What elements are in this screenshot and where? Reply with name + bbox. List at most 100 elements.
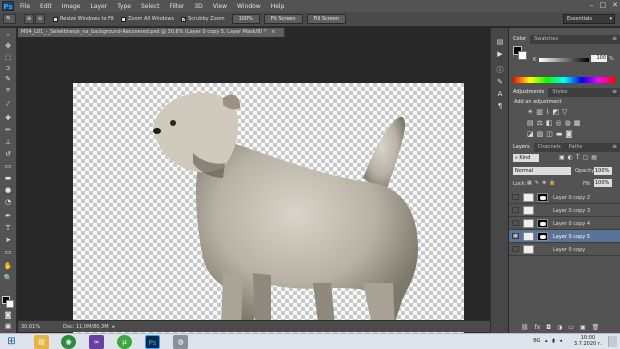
character-panel-icon[interactable]: A — [495, 90, 505, 98]
lock-image-icon[interactable]: ✎ — [535, 180, 539, 186]
visibility-eye-icon[interactable] — [512, 246, 519, 252]
layer-mask-thumbnail[interactable] — [537, 193, 548, 202]
path-selection-tool-icon[interactable]: ➤ — [3, 236, 13, 244]
menu-3d[interactable]: 3D — [194, 3, 202, 10]
k-slider[interactable] — [539, 58, 589, 62]
fill-screen-button[interactable]: Fill Screen — [306, 14, 347, 24]
menu-select[interactable]: Select — [141, 3, 160, 10]
lock-position-icon[interactable]: ✥ — [542, 180, 546, 186]
close-button[interactable]: ✕ — [612, 1, 618, 9]
posterize-icon[interactable]: ▨ — [537, 130, 544, 138]
layer-row[interactable]: Layer 0 copy 2 — [509, 191, 620, 204]
zoom-all-option[interactable]: Zoom All Windows — [121, 16, 174, 22]
volume-icon[interactable]: ◂ — [559, 338, 562, 344]
zoom-out-icon[interactable]: ⊖ — [35, 14, 45, 24]
menu-edit[interactable]: Edit — [40, 3, 52, 10]
quick-mask-icon[interactable]: ◙ — [3, 311, 13, 319]
menu-type[interactable]: Type — [117, 3, 131, 10]
visibility-eye-icon[interactable]: ◉ — [512, 233, 519, 239]
invert-icon[interactable]: ◪ — [527, 130, 534, 138]
photoshop-taskbar-icon[interactable]: Ps — [145, 335, 160, 349]
windows-start-icon[interactable]: ⊞ — [4, 335, 19, 349]
layer-thumbnail[interactable] — [523, 232, 534, 241]
more-tools-icon[interactable]: … — [3, 286, 13, 294]
type-filter-icon[interactable]: T — [576, 154, 580, 161]
blend-mode-select[interactable]: Normal — [513, 167, 571, 175]
selective-color-icon[interactable]: ◙ — [566, 130, 573, 138]
lasso-tool-icon[interactable]: ↄ — [3, 64, 13, 72]
dodge-tool-icon[interactable]: ◔ — [3, 198, 13, 206]
zoom-level[interactable]: 30,61% — [18, 324, 53, 330]
zoom-100-button[interactable]: 100% — [231, 14, 260, 24]
delete-layer-icon[interactable]: 🗑 — [592, 324, 600, 331]
clock[interactable]: 10:00 3.7.2020 г. — [574, 335, 602, 347]
visibility-eye-icon[interactable] — [512, 194, 519, 200]
layer-mask-thumbnail[interactable] — [537, 219, 548, 228]
tab-color[interactable]: Color — [509, 35, 531, 44]
pen-tool-icon[interactable]: ✒ — [3, 212, 13, 220]
visibility-eye-icon[interactable] — [512, 220, 519, 226]
gradient-tool-icon[interactable]: ▬ — [3, 174, 13, 182]
show-desktop-button[interactable] — [608, 336, 617, 347]
zoom-all-checkbox[interactable] — [121, 16, 126, 22]
screen-mode-icon[interactable]: ▣ — [3, 322, 13, 330]
resize-windows-option[interactable]: Resize Windows to Fit — [53, 16, 114, 22]
lock-all-icon[interactable]: 🔒 — [549, 180, 555, 186]
tab-adjustments[interactable]: Adjustments — [509, 88, 549, 97]
brightness-contrast-icon[interactable]: ☀ — [527, 108, 533, 116]
menu-help[interactable]: Help — [271, 3, 285, 10]
photo-filter-icon[interactable]: ◎ — [556, 119, 562, 127]
document-tab[interactable]: M04_L01_-_Selektiranje_na_background-Rec… — [18, 28, 285, 37]
shape-tool-icon[interactable]: ▭ — [3, 248, 13, 256]
layer-thumbnail[interactable] — [523, 245, 534, 254]
panel-menu-icon[interactable]: ≡ — [612, 88, 617, 95]
visual-studio-icon[interactable]: ∞ — [89, 335, 104, 349]
layer-thumbnail[interactable] — [523, 193, 534, 202]
background-color-swatch[interactable] — [6, 300, 14, 308]
tab-layers[interactable]: Layers — [509, 143, 534, 152]
paragraph-panel-icon[interactable]: ¶ — [495, 102, 505, 110]
chrome-icon[interactable]: ◉ — [61, 335, 76, 349]
utorrent-icon[interactable]: µ — [117, 335, 132, 349]
adjustment-filter-icon[interactable]: ◐ — [568, 154, 573, 161]
tray-arrow-icon[interactable]: ▴ — [545, 338, 548, 344]
hand-tool-icon[interactable]: ✋ — [3, 262, 13, 270]
canvas[interactable] — [73, 83, 464, 346]
color-lookup-icon[interactable]: ▦ — [574, 119, 581, 127]
color-balance-icon[interactable]: ⚖ — [537, 119, 543, 127]
tab-swatches[interactable]: Swatches — [530, 35, 562, 44]
layer-row[interactable]: Layer 0 copy 3 — [509, 204, 620, 217]
panel-menu-icon[interactable]: ≡ — [612, 143, 617, 150]
quick-selection-tool-icon[interactable]: ✎ — [3, 75, 13, 83]
zoom-tool-icon[interactable]: 🔍 — [3, 274, 13, 282]
fill-field[interactable]: 100% — [594, 179, 612, 187]
add-mask-icon[interactable]: ◘ — [546, 324, 551, 331]
layer-row[interactable]: Layer 0 copy 4 — [509, 217, 620, 230]
exposure-icon[interactable]: ◩ — [552, 108, 559, 116]
tool-app-icon[interactable]: ◍ — [173, 335, 188, 349]
color-background-swatch[interactable] — [518, 51, 527, 60]
tab-paths[interactable]: Paths — [565, 143, 587, 152]
healing-brush-tool-icon[interactable]: ✚ — [3, 114, 13, 122]
language-indicator[interactable]: BG — [533, 338, 540, 344]
type-tool-icon[interactable]: T — [3, 224, 13, 232]
menu-file[interactable]: File — [20, 3, 30, 10]
eraser-tool-icon[interactable]: ▭ — [3, 162, 13, 170]
panel-collapse-icon[interactable]: » — [3, 31, 13, 39]
menu-image[interactable]: Image — [62, 3, 81, 10]
shape-filter-icon[interactable]: ▢ — [583, 154, 589, 161]
black-white-icon[interactable]: ◧ — [546, 119, 553, 127]
layer-thumbnail[interactable] — [523, 219, 534, 228]
zoom-tool-preset-icon[interactable]: 🔍 — [3, 14, 16, 24]
blur-tool-icon[interactable]: ● — [3, 186, 13, 194]
menu-window[interactable]: Window — [237, 3, 261, 10]
menu-layer[interactable]: Layer — [90, 3, 107, 10]
pixel-filter-icon[interactable]: ▣ — [559, 154, 565, 161]
file-explorer-icon[interactable]: ▤ — [34, 335, 49, 349]
move-tool-icon[interactable]: ✥ — [3, 42, 13, 50]
new-group-icon[interactable]: ▭ — [568, 324, 574, 331]
scrubby-zoom-checkbox[interactable]: ✓ — [181, 16, 186, 22]
menu-view[interactable]: View — [213, 3, 227, 10]
layer-mask-thumbnail[interactable] — [537, 232, 548, 241]
history-brush-tool-icon[interactable]: ↺ — [3, 150, 13, 158]
